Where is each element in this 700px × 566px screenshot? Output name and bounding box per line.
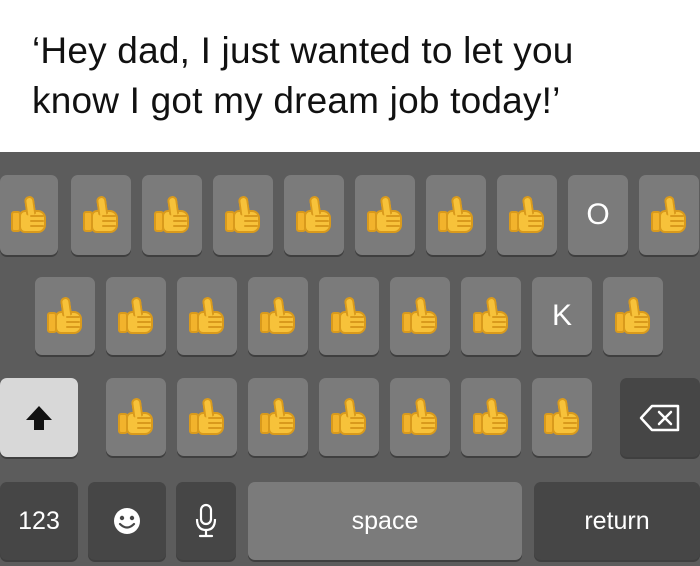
thumbs-up-key[interactable] — [0, 175, 58, 255]
thumbs-up-icon — [400, 397, 440, 437]
thumbs-up-icon — [116, 397, 156, 437]
thumbs-up-key[interactable] — [213, 175, 273, 255]
microphone-icon — [195, 503, 217, 538]
space-key-label: space — [351, 506, 419, 535]
thumbs-up-key[interactable] — [177, 277, 237, 355]
thumbs-up-key[interactable] — [248, 277, 308, 355]
caption-line-2: know I got my dream job today!’ — [32, 80, 561, 121]
thumbs-up-key[interactable] — [177, 378, 237, 456]
thumbs-up-key[interactable] — [35, 277, 95, 355]
thumbs-up-icon — [542, 397, 582, 437]
thumbs-up-icon — [649, 195, 689, 235]
caption-line-1: ‘Hey dad, I just wanted to let you — [32, 30, 574, 71]
numbers-key[interactable]: 123 — [0, 482, 78, 560]
thumbs-up-icon — [365, 195, 405, 235]
key-letter: K — [551, 299, 572, 332]
thumbs-up-icon — [81, 195, 121, 235]
thumbs-up-key[interactable] — [461, 378, 521, 456]
thumbs-up-key[interactable] — [355, 175, 415, 255]
thumbs-up-key[interactable] — [248, 378, 308, 456]
delete-icon — [639, 404, 680, 431]
thumbs-up-key[interactable] — [390, 378, 450, 456]
thumbs-up-key[interactable] — [497, 175, 557, 255]
thumbs-up-key[interactable] — [142, 175, 202, 255]
thumbs-up-icon — [329, 397, 369, 437]
thumbs-up-icon — [116, 296, 156, 336]
letter-key-o[interactable]: O — [568, 175, 628, 255]
thumbs-up-key[interactable] — [390, 277, 450, 355]
return-key-label: return — [584, 506, 650, 535]
thumbs-up-icon — [471, 397, 511, 437]
thumbs-up-icon — [152, 195, 192, 235]
letter-key-k[interactable]: K — [532, 277, 592, 355]
thumbs-up-key[interactable] — [284, 175, 344, 255]
thumbs-up-icon — [223, 195, 263, 235]
thumbs-up-icon — [258, 296, 298, 336]
thumbs-up-icon — [436, 195, 476, 235]
thumbs-up-icon — [187, 397, 227, 437]
thumbs-up-icon — [9, 195, 49, 235]
caption-panel: ‘Hey dad, I just wanted to let you know … — [0, 0, 700, 152]
return-key[interactable]: return — [534, 482, 700, 560]
keyboard: O K 123 space return — [0, 152, 700, 566]
thumbs-up-icon — [294, 195, 334, 235]
thumbs-up-key[interactable] — [106, 277, 166, 355]
shift-key[interactable] — [0, 378, 78, 457]
thumbs-up-key[interactable] — [532, 378, 592, 456]
microphone-key[interactable] — [176, 482, 236, 560]
thumbs-up-icon — [400, 296, 440, 336]
thumbs-up-key[interactable] — [106, 378, 166, 456]
thumbs-up-key[interactable] — [319, 378, 379, 456]
thumbs-up-icon — [329, 296, 369, 336]
numbers-key-label: 123 — [18, 506, 60, 535]
thumbs-up-key[interactable] — [639, 175, 699, 255]
thumbs-up-key[interactable] — [603, 277, 663, 355]
emoji-key[interactable] — [88, 482, 166, 560]
thumbs-up-icon — [471, 296, 511, 336]
thumbs-up-key[interactable] — [71, 175, 131, 255]
thumbs-up-key[interactable] — [319, 277, 379, 355]
thumbs-up-icon — [507, 195, 547, 235]
shift-icon — [26, 405, 52, 430]
thumbs-up-key[interactable] — [461, 277, 521, 355]
thumbs-up-icon — [45, 296, 85, 336]
emoji-icon — [114, 508, 140, 534]
thumbs-up-icon — [187, 296, 227, 336]
key-letter: O — [586, 198, 610, 231]
space-key[interactable]: space — [248, 482, 522, 560]
delete-key[interactable] — [620, 378, 700, 457]
thumbs-up-icon — [258, 397, 298, 437]
thumbs-up-icon — [613, 296, 653, 336]
thumbs-up-key[interactable] — [426, 175, 486, 255]
